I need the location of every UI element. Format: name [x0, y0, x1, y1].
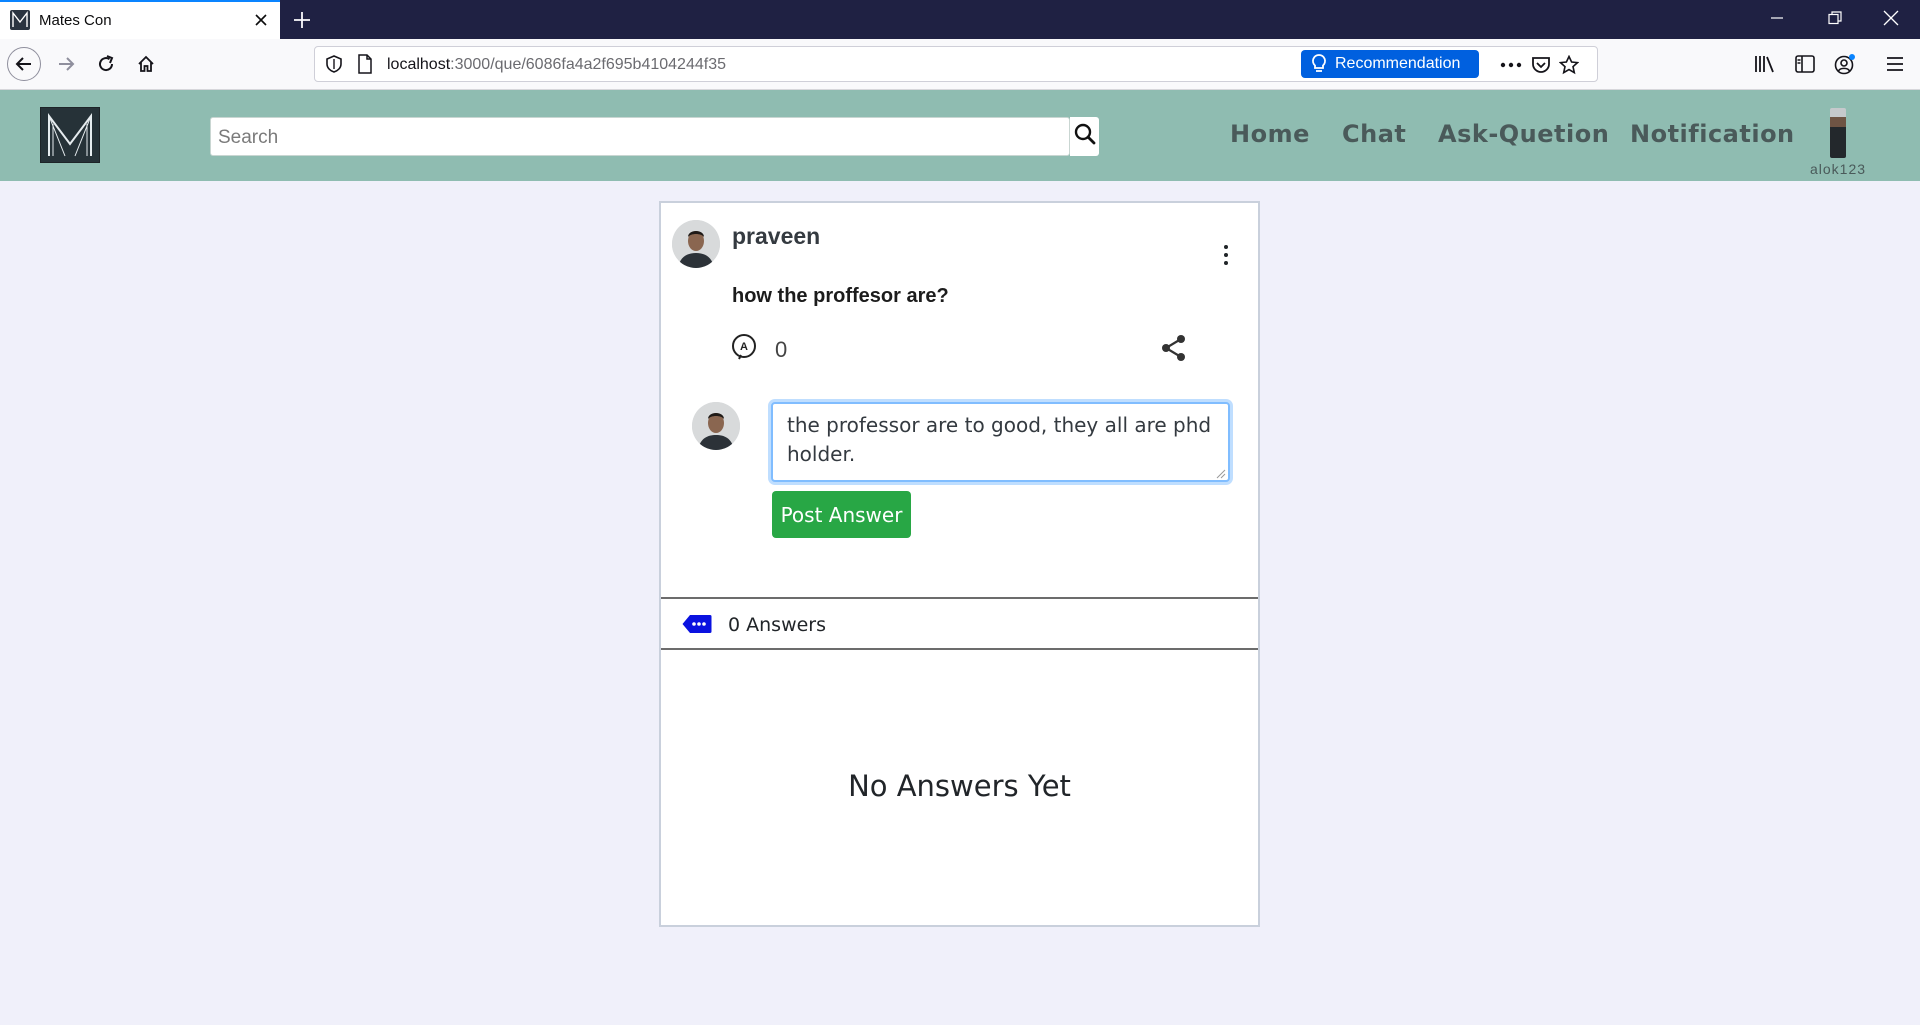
section-divider [661, 648, 1258, 650]
answer-count: 0 [775, 337, 788, 362]
answers-tag-icon [682, 614, 712, 634]
url-text[interactable]: localhost:3000/que/6086fa4a2f695b4104244… [387, 56, 726, 74]
section-divider [661, 597, 1258, 599]
user-profile[interactable]: alok123 [1808, 108, 1868, 178]
library-icon[interactable] [1748, 47, 1782, 81]
svg-text:A: A [740, 341, 748, 353]
author-name[interactable]: praveen [732, 223, 820, 250]
close-window-icon[interactable] [1868, 0, 1914, 36]
page-info-icon[interactable] [357, 54, 373, 79]
new-tab-icon[interactable] [288, 6, 316, 34]
bookmark-star-icon[interactable] [1555, 51, 1583, 79]
post-answer-button[interactable]: Post Answer [772, 491, 911, 538]
address-bar[interactable]: localhost:3000/que/6086fa4a2f695b4104244… [314, 46, 1598, 82]
recommendation-button[interactable]: Recommendation [1301, 50, 1479, 78]
pocket-icon[interactable] [1527, 51, 1555, 79]
recommendation-label: Recommendation [1335, 55, 1461, 72]
app-navbar: Home Chat Ask-Quetion Notification alok1… [0, 90, 1920, 181]
search-input[interactable] [211, 118, 1071, 157]
tab-title: Mates Con [39, 12, 112, 29]
share-icon[interactable] [1160, 333, 1188, 363]
question-title: how the proffesor are? [732, 285, 949, 307]
search-button[interactable] [1070, 117, 1099, 156]
menu-icon[interactable] [1878, 47, 1912, 81]
url-path: :3000/que/6086fa4a2f695b4104244f35 [450, 56, 726, 73]
restore-window-icon[interactable] [1812, 0, 1858, 36]
app-logo[interactable] [40, 107, 100, 163]
question-card: praveen how the proffesor are? A 0 the p… [659, 201, 1260, 927]
tab-close-icon[interactable] [250, 9, 272, 31]
answer-count-icon[interactable]: A [731, 333, 759, 363]
browser-toolbar: localhost:3000/que/6086fa4a2f695b4104244… [0, 39, 1920, 90]
empty-answers-message: No Answers Yet [848, 769, 1071, 803]
sidebar-icon[interactable] [1788, 47, 1822, 81]
search-box [210, 117, 1071, 157]
back-arrow-icon[interactable] [7, 47, 41, 81]
home-icon[interactable] [129, 47, 163, 81]
author-avatar [672, 220, 720, 268]
answer-textarea[interactable]: the professor are to good, they all are … [771, 402, 1230, 482]
reload-icon[interactable] [89, 47, 123, 81]
minimize-window-icon[interactable] [1754, 0, 1800, 36]
more-options-icon[interactable] [1217, 242, 1235, 268]
forward-arrow-icon[interactable] [49, 47, 83, 81]
browser-tab[interactable]: Mates Con [0, 0, 280, 39]
page-actions-icon[interactable] [1497, 51, 1525, 79]
textarea-resize-handle-icon[interactable] [1214, 466, 1226, 479]
site-favicon-icon [10, 10, 30, 30]
browser-tab-strip: Mates Con [0, 0, 1920, 39]
nav-ask-question-link[interactable]: Ask-Quetion [1438, 120, 1609, 148]
tracking-shield-icon[interactable] [325, 55, 343, 78]
nav-chat-link[interactable]: Chat [1342, 120, 1406, 148]
nav-notification-link[interactable]: Notification [1630, 120, 1795, 148]
search-icon [1074, 123, 1096, 150]
username-label: alok123 [1809, 161, 1867, 177]
url-host: localhost [387, 56, 451, 73]
lightbulb-icon [1311, 54, 1327, 79]
nav-home-link[interactable]: Home [1230, 120, 1310, 148]
current-user-avatar [692, 402, 740, 450]
user-avatar [1830, 108, 1846, 158]
answers-count-label: 0 Answers [728, 614, 827, 636]
account-icon[interactable] [1828, 47, 1862, 81]
